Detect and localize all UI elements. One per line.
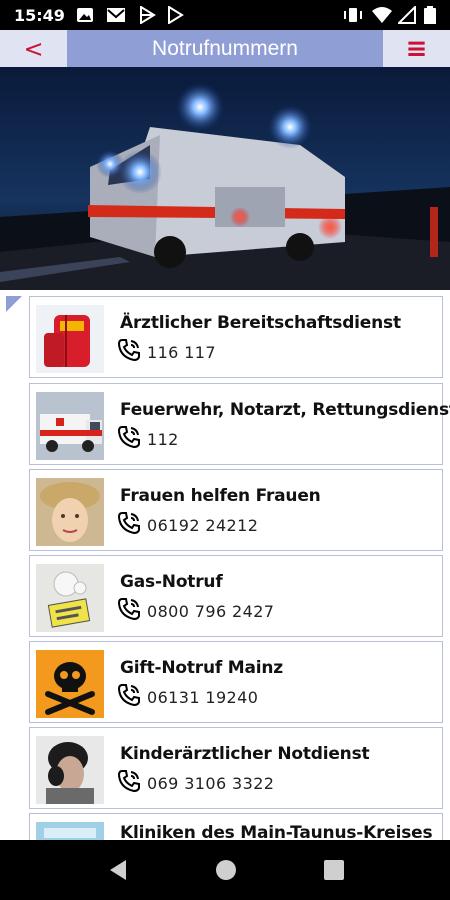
- entry-phone-number[interactable]: 0800 796 2427: [147, 602, 274, 621]
- signal-icon: [398, 6, 416, 24]
- menu-button[interactable]: ≡: [383, 30, 450, 67]
- play-store-icon: [140, 6, 156, 24]
- image-notification-icon: [77, 8, 93, 22]
- phone-icon: [117, 339, 140, 362]
- gas-meter: [36, 564, 104, 632]
- entry-name: Frauen helfen Frauen: [120, 486, 321, 506]
- entry-phone-number[interactable]: 06131 19240: [147, 688, 258, 707]
- phone-icon: [117, 770, 140, 793]
- entry-name: Kinderärztlicher Notdienst: [120, 744, 370, 764]
- entry-name: Feuerwehr, Notarzt, Rettungsdienst: [120, 400, 450, 420]
- mail-notification-icon: [107, 8, 125, 22]
- phone-icon: [117, 684, 140, 707]
- list-item-feuerwehr[interactable]: Feuerwehr, Notarzt, Rettungsdienst 112: [29, 383, 450, 465]
- back-button[interactable]: <: [0, 30, 67, 67]
- phone-icon: [117, 512, 140, 535]
- clinic: [36, 822, 104, 840]
- entry-name: Ärztlicher Bereitschaftsdienst: [120, 313, 401, 333]
- battery-icon: [424, 6, 436, 24]
- entry-phone-number[interactable]: 112: [147, 430, 179, 449]
- entry-phone-number[interactable]: 06192 24212: [147, 516, 258, 535]
- page-title: Notrufnummern: [152, 37, 298, 60]
- back-nav-icon[interactable]: [108, 859, 128, 881]
- child-portrait: [36, 736, 104, 804]
- play-store-icon-2: [168, 6, 184, 24]
- list-item-aerztlicher-bereitschaftsdienst[interactable]: Ärztlicher Bereitschaftsdienst 116 117: [29, 296, 443, 378]
- hero-ambulance-image: [0, 67, 450, 290]
- entry-phone-number[interactable]: 069 3106 3322: [147, 774, 274, 793]
- vibrate-icon: [344, 8, 362, 22]
- list-item-gift-notruf[interactable]: Gift-Notruf Mainz 06131 19240: [29, 641, 443, 723]
- recents-nav-icon[interactable]: [323, 859, 345, 881]
- system-nav-bar: [0, 840, 450, 900]
- home-nav-icon[interactable]: [214, 858, 238, 882]
- woman-portrait: [36, 478, 104, 546]
- entry-name: Kliniken des Main-Taunus-Kreises: [120, 823, 433, 840]
- list-item-frauen-helfen-frauen[interactable]: Frauen helfen Frauen 06192 24212: [29, 469, 443, 551]
- list-item-kliniken[interactable]: Kliniken des Main-Taunus-Kreises: [29, 813, 443, 840]
- phone-icon: [117, 426, 140, 449]
- entry-name: Gas-Notruf: [120, 572, 223, 592]
- first-aid-bag-icon: [36, 305, 104, 373]
- ambulance-icon: [36, 392, 104, 460]
- status-bar: 15:49: [0, 0, 450, 30]
- entry-name: Gift-Notruf Mainz: [120, 658, 284, 678]
- wifi-icon: [372, 7, 392, 23]
- phone-icon: [117, 598, 140, 621]
- skull-crossbones-icon: [36, 650, 104, 718]
- title-bar: < Notrufnummern ≡: [0, 30, 450, 67]
- entry-phone-number[interactable]: 116 117: [147, 343, 216, 362]
- hamburger-menu-icon: ≡: [405, 33, 428, 64]
- status-time: 15:49: [14, 6, 65, 25]
- list-item-kinderaerztlicher-notdienst[interactable]: Kinderärztlicher Notdienst 069 3106 3322: [29, 727, 443, 809]
- list-item-gas-notruf[interactable]: Gas-Notruf 0800 796 2427: [29, 555, 443, 637]
- back-chevron-icon: <: [23, 34, 44, 63]
